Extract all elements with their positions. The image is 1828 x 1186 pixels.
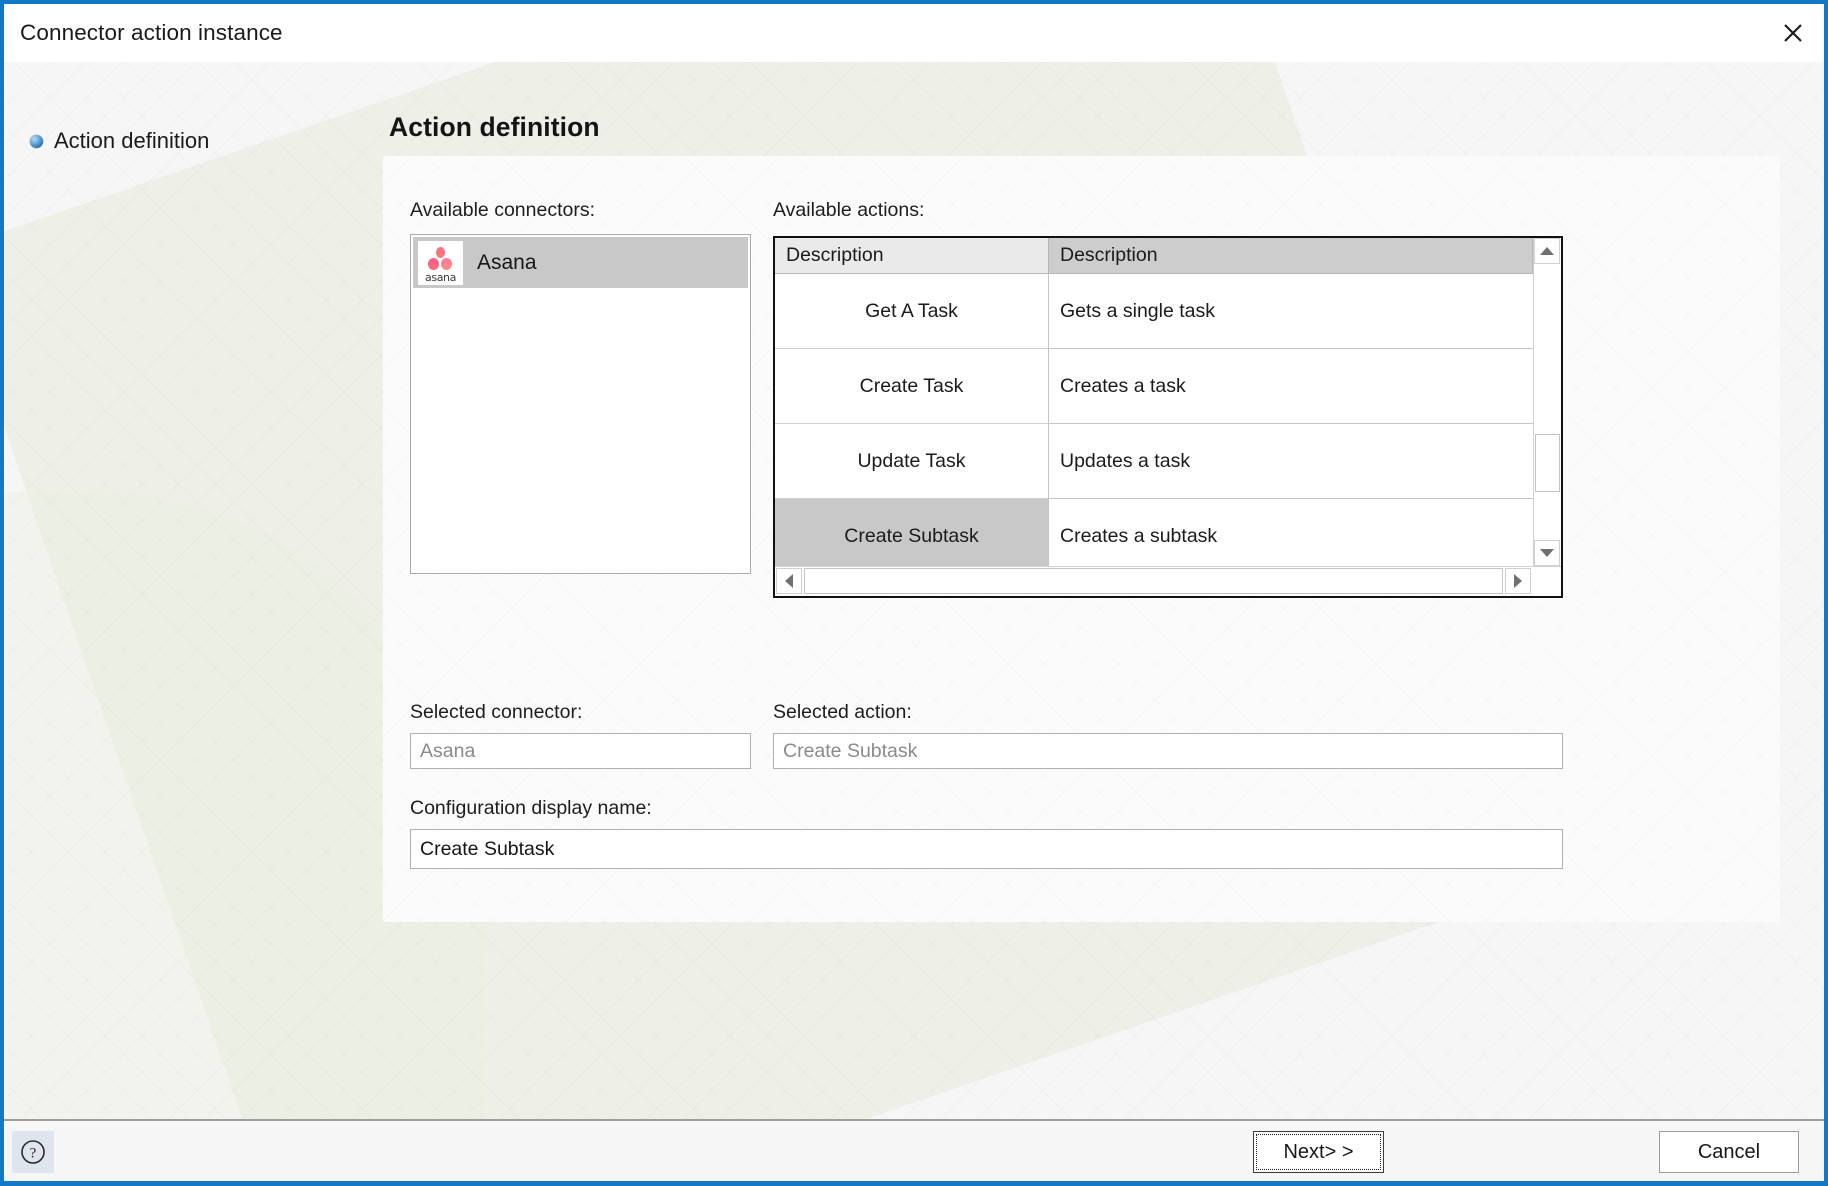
table-row[interactable]: Get A Task Gets a single task: [775, 274, 1533, 349]
dialog-titlebar: Connector action instance: [4, 4, 1824, 62]
horizontal-scrollbar-thumb[interactable]: [804, 568, 1503, 594]
configuration-display-name-label: Configuration display name:: [410, 797, 652, 819]
available-actions-label: Available actions:: [773, 199, 925, 221]
action-name-cell[interactable]: Create Subtask: [775, 499, 1049, 566]
horizontal-scrollbar[interactable]: [775, 566, 1561, 596]
configuration-display-name-input[interactable]: Create Subtask: [410, 829, 1563, 869]
scroll-right-arrow-icon: [1514, 574, 1522, 588]
dialog-body: Action definition Action definition Avai…: [4, 62, 1824, 1119]
table-row-selected[interactable]: Create Subtask Creates a subtask: [775, 499, 1533, 566]
action-description-cell[interactable]: Creates a task: [1049, 349, 1533, 424]
available-actions-grid[interactable]: Description Description Get A Task Gets …: [773, 236, 1563, 598]
available-connectors-label: Available connectors:: [410, 199, 596, 221]
svg-text:?: ?: [30, 1146, 37, 1162]
sphere-bullet-icon: [30, 134, 43, 148]
page-title: Action definition: [389, 112, 600, 142]
action-name-cell[interactable]: Get A Task: [775, 274, 1049, 349]
scroll-up-button[interactable]: [1534, 238, 1560, 264]
connector-name: Asana: [477, 250, 537, 274]
wizard-sidebar: Action definition: [4, 62, 383, 1119]
scroll-right-button[interactable]: [1505, 568, 1531, 594]
help-question-icon: ?: [21, 1140, 45, 1164]
vertical-scrollbar-thumb[interactable]: [1535, 434, 1560, 492]
scroll-left-arrow-icon: [785, 574, 793, 588]
asana-wordmark: asana: [425, 270, 456, 284]
grid-header-row: Description Description: [775, 238, 1533, 274]
vertical-scrollbar[interactable]: [1533, 238, 1561, 566]
table-row[interactable]: Create Task Creates a task: [775, 349, 1533, 424]
grid-rows: Get A Task Gets a single task Create Tas…: [775, 274, 1533, 566]
action-name-cell[interactable]: Create Task: [775, 349, 1049, 424]
action-name-cell[interactable]: Update Task: [775, 424, 1049, 499]
selected-connector-label: Selected connector:: [410, 701, 583, 723]
connector-action-instance-dialog: Connector action instance Action definit…: [0, 0, 1828, 1186]
scroll-up-arrow-icon: [1540, 247, 1554, 255]
scrollbar-corner: [1533, 568, 1561, 594]
asana-logo-icon: asana: [418, 240, 463, 285]
list-item[interactable]: asana Asana: [413, 237, 748, 288]
cancel-button-label: Cancel: [1697, 1140, 1761, 1163]
action-description-cell[interactable]: Updates a task: [1049, 424, 1533, 499]
action-description-cell[interactable]: Creates a subtask: [1049, 499, 1533, 566]
sidebar-item-label: Action definition: [54, 128, 210, 153]
selected-action-label: Selected action:: [773, 701, 912, 723]
available-connectors-list[interactable]: asana Asana: [410, 234, 751, 574]
scroll-left-button[interactable]: [776, 568, 802, 594]
column-header-name[interactable]: Description: [775, 238, 1049, 274]
scroll-down-button[interactable]: [1534, 540, 1560, 566]
selected-connector-field: Asana: [410, 733, 751, 769]
column-header-description[interactable]: Description: [1049, 238, 1533, 274]
next-button-label: Next> >: [1283, 1140, 1354, 1163]
next-button[interactable]: Next> >: [1253, 1131, 1384, 1173]
close-icon: [1784, 24, 1802, 42]
close-button[interactable]: [1762, 5, 1824, 61]
dialog-title: Connector action instance: [20, 20, 283, 45]
main-content: Action definition Available connectors: …: [383, 62, 1824, 1119]
dialog-footer: ? Next> > Cancel: [4, 1119, 1824, 1181]
action-definition-panel: Available connectors: asana Asana Availa…: [383, 156, 1780, 922]
cancel-button[interactable]: Cancel: [1659, 1131, 1799, 1173]
action-description-cell[interactable]: Gets a single task: [1049, 274, 1533, 349]
sidebar-item-action-definition[interactable]: Action definition: [30, 128, 209, 154]
selected-action-field: Create Subtask: [773, 733, 1563, 769]
help-button[interactable]: ?: [12, 1131, 54, 1173]
scroll-down-arrow-icon: [1540, 549, 1554, 557]
table-row[interactable]: Update Task Updates a task: [775, 424, 1533, 499]
